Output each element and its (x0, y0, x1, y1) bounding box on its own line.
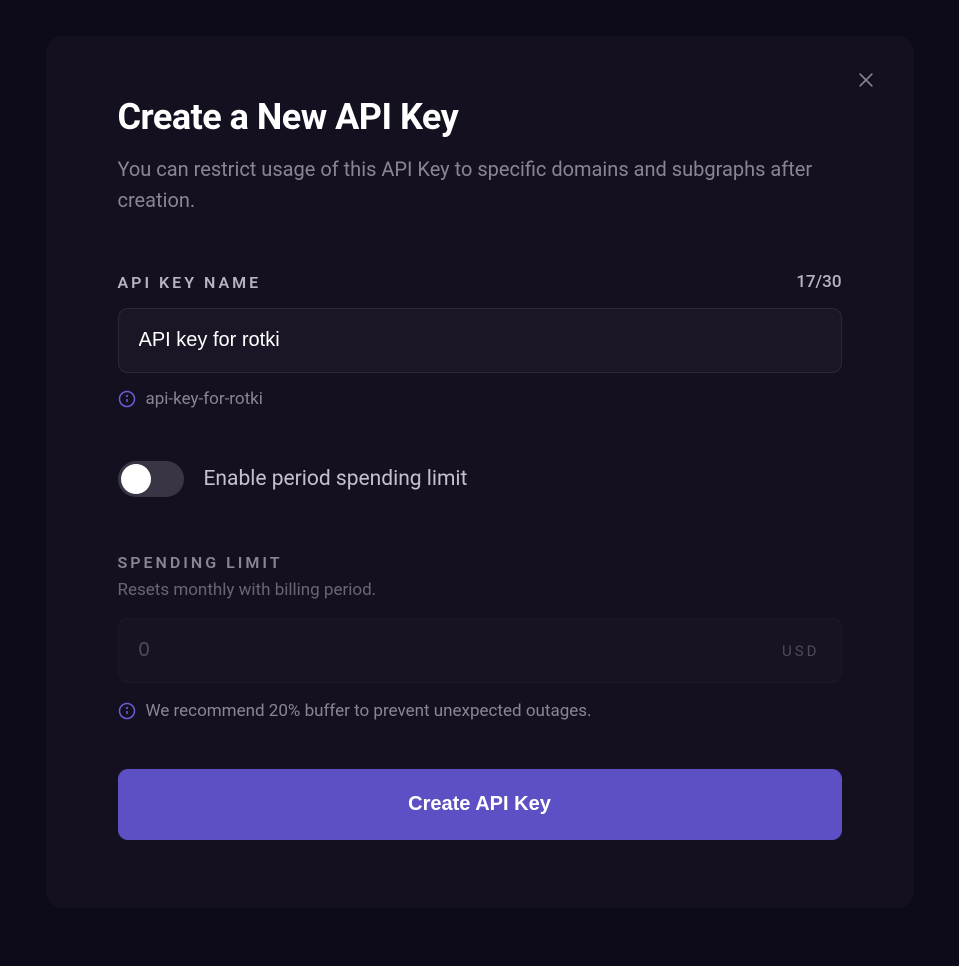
info-icon (118, 390, 136, 408)
spending-toggle-row: Enable period spending limit (118, 461, 842, 497)
close-icon (856, 70, 876, 90)
spending-limit-label: SPENDING LIMIT (118, 553, 842, 572)
info-icon (118, 702, 136, 720)
api-key-slug: api-key-for-rotki (146, 389, 263, 409)
spending-limit-toggle[interactable] (118, 461, 184, 497)
char-counter: 17/30 (796, 272, 841, 292)
recommendation-row: We recommend 20% buffer to prevent unexp… (118, 701, 842, 721)
spending-limit-input-wrap: USD (118, 618, 842, 683)
spending-toggle-label: Enable period spending limit (204, 467, 468, 491)
create-api-key-button[interactable]: Create API Key (118, 769, 842, 840)
recommendation-text: We recommend 20% buffer to prevent unexp… (146, 701, 592, 721)
spending-limit-input[interactable] (118, 618, 842, 683)
currency-suffix: USD (782, 642, 819, 660)
api-key-name-header: API KEY NAME 17/30 (118, 272, 842, 292)
spending-limit-description: Resets monthly with billing period. (118, 580, 842, 600)
create-api-key-modal: Create a New API Key You can restrict us… (46, 36, 914, 908)
modal-title: Create a New API Key (118, 96, 842, 138)
api-key-name-label: API KEY NAME (118, 273, 262, 292)
api-key-slug-row: api-key-for-rotki (118, 389, 842, 409)
toggle-knob (121, 464, 151, 494)
close-button[interactable] (850, 64, 882, 96)
api-key-name-input[interactable] (118, 308, 842, 373)
modal-subtitle: You can restrict usage of this API Key t… (118, 154, 842, 216)
